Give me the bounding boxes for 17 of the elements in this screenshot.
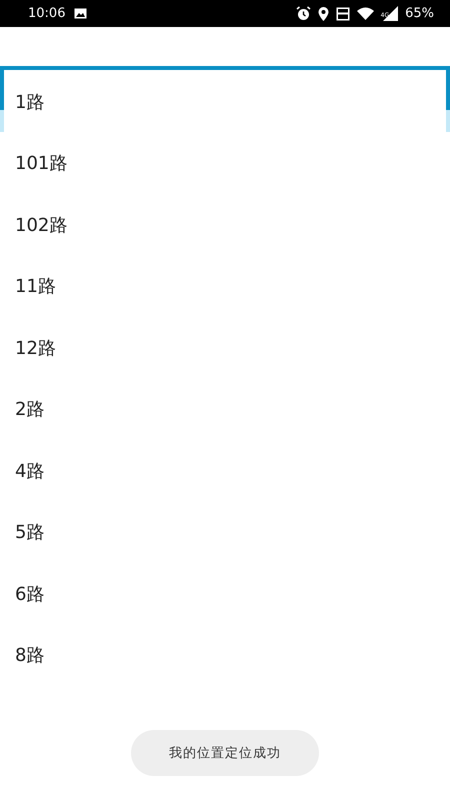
- battery-level: 65%: [405, 6, 434, 21]
- route-item[interactable]: 2路: [15, 397, 44, 422]
- route-item[interactable]: 11路: [15, 274, 56, 298]
- route-item[interactable]: 102路: [15, 212, 68, 237]
- route-item[interactable]: 4路: [15, 458, 44, 483]
- route-item[interactable]: 8路: [15, 643, 44, 668]
- alarm-icon: [296, 6, 311, 21]
- wifi-icon: [356, 7, 374, 20]
- location-icon: [318, 6, 329, 20]
- route-item[interactable]: 1路: [15, 90, 44, 114]
- clock-time: 10:06: [28, 6, 66, 21]
- route-item[interactable]: 6路: [15, 582, 44, 606]
- toast-message: 我的位置定位成功: [131, 730, 319, 776]
- image-icon: [74, 8, 88, 19]
- route-item[interactable]: 12路: [15, 336, 56, 360]
- route-item[interactable]: 5路: [15, 520, 44, 544]
- route-item[interactable]: 101路: [15, 151, 68, 176]
